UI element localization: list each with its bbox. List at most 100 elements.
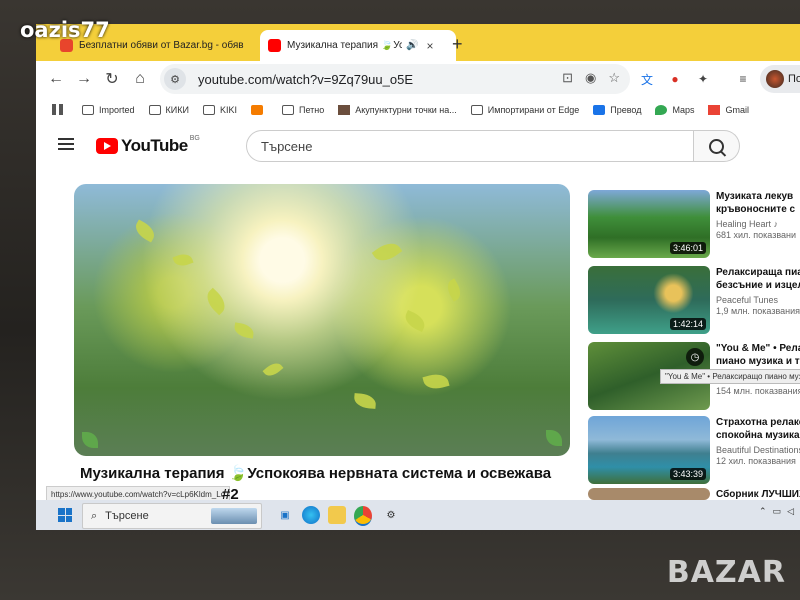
new-tab-button[interactable]: + [452, 34, 463, 55]
close-tab-icon[interactable]: × [426, 39, 433, 53]
home-button[interactable]: ⌂ [128, 67, 152, 91]
video-thumbnail[interactable]: 3:43:39 [588, 416, 710, 484]
youtube-favicon-icon [268, 39, 281, 52]
bookmarks-bar: Imported КИКИ KIKI Петно Акупунктурни то… [36, 97, 800, 123]
forward-button[interactable]: → [72, 67, 96, 91]
translate-extension-icon[interactable]: 文 [636, 68, 658, 90]
folder-icon [202, 104, 215, 115]
settings-gear-icon[interactable]: ⚙ [382, 506, 400, 524]
leaf-icon [546, 430, 562, 446]
bookmark-gmail[interactable]: Gmail [708, 104, 749, 115]
address-bar[interactable]: ⚙ youtube.com/watch?v=9Zq79uu_o5E ⊡ ◉ ☆ [160, 64, 630, 94]
shopping-bag-icon [250, 104, 263, 115]
recommendation-item[interactable]: Сборник ЛУЧШИХ М [588, 488, 800, 500]
rec-title: Релаксираща пиа [716, 267, 800, 278]
extensions-puzzle-icon[interactable]: ✦ [692, 68, 714, 90]
youtube-logo[interactable]: YouTube BG [96, 135, 200, 156]
logo-text: YouTube [121, 136, 188, 155]
tab-title: Музикална терапия 🍃Успокоява [287, 40, 402, 51]
windows-taskbar: ⌕ Търсене ▣ ⚙ ⌃ ▭ ◁ [36, 500, 800, 530]
recommendation-item[interactable]: 1:42:14 Релаксираща пиа безсъние и изцел… [588, 266, 800, 334]
gmail-icon [708, 104, 721, 115]
search-input[interactable]: Търсене [246, 130, 694, 162]
video-thumbnail[interactable]: 3:46:01 [588, 190, 710, 258]
rec-title: пиано музика и ти [716, 356, 800, 367]
rec-title: Музиката лекув [716, 191, 794, 202]
folder-icon [281, 104, 294, 115]
duration-badge: 3:46:01 [669, 242, 706, 254]
site-watermark: BAZAR [666, 555, 786, 590]
bookmark-translate[interactable]: Превод [593, 104, 642, 115]
bookmark-acupuncture[interactable]: Акупунктурни точки на... [338, 104, 457, 115]
video-player[interactable] [74, 184, 570, 456]
speaker-icon[interactable]: ◁ [787, 506, 794, 517]
bookmark-label: KIKI [219, 104, 237, 115]
avatar [766, 70, 784, 88]
rec-views: 154 млн. показвания [716, 386, 800, 396]
url-text[interactable]: youtube.com/watch?v=9Zq79uu_o5E [198, 72, 413, 87]
recommendation-item[interactable]: 3:43:39 Страхотна релакс спокойна музика… [588, 416, 800, 484]
rec-title: "You & Me" • Релак [716, 343, 800, 354]
rec-title: Сборник ЛУЧШИХ М [716, 489, 800, 500]
recommendation-item[interactable]: 3:46:01 Музиката лекув кръвоносните с He… [588, 190, 800, 258]
bookmark-label: КИКИ [165, 104, 189, 115]
youtube-play-icon [96, 138, 118, 154]
duration-badge: 3:43:39 [669, 468, 706, 480]
video-thumbnail[interactable] [588, 488, 710, 500]
network-icon[interactable]: ▭ [773, 506, 782, 517]
tab-strip: Безплатни обяви от Bazar.bg - обяв Музик… [36, 24, 800, 61]
media-control-icon[interactable]: ≡ [732, 68, 754, 90]
rec-views: 12 хил. показвания [716, 456, 796, 466]
bookmark-star-icon[interactable]: ☆ [608, 70, 620, 86]
bookmark-kiki[interactable]: KIKI [202, 104, 237, 115]
bookmark-petno[interactable]: Петно [281, 104, 324, 115]
rec-title: спокойна музика 🍃 [716, 430, 800, 441]
rec-channel: Beautiful Destinations [716, 445, 800, 455]
file-explorer-icon[interactable] [328, 506, 346, 524]
edge-browser-icon[interactable] [302, 506, 320, 524]
bookmark-maps[interactable]: Maps [655, 104, 695, 115]
bookmark-kiki-cyr[interactable]: КИКИ [148, 104, 189, 115]
opera-extension-icon[interactable]: ● [664, 68, 686, 90]
windows-start-icon[interactable] [58, 508, 72, 522]
rec-channel: Healing Heart ♪ [716, 219, 779, 229]
youtube-header: YouTube BG Търсене [36, 122, 800, 172]
bookmark-label: Imported [99, 104, 135, 115]
reload-button[interactable]: ↻ [100, 67, 124, 91]
tracking-eye-icon[interactable]: ◉ [585, 70, 596, 86]
profile-button[interactable]: Пот [760, 65, 800, 93]
rec-title: кръвоносните с [716, 204, 796, 215]
chevron-up-icon[interactable]: ⌃ [759, 506, 767, 517]
video-thumbnail[interactable]: 1:42:14 [588, 266, 710, 334]
bookmark-apps[interactable] [52, 104, 68, 115]
folder-icon [470, 104, 483, 115]
taskbar-search-label: Търсене [105, 510, 149, 522]
maps-pin-icon [655, 104, 668, 115]
search-icon: ⌕ [91, 509, 98, 522]
chrome-browser-icon[interactable] [354, 506, 372, 526]
video-title: Музикална терапия 🍃Успокоява нервната си… [80, 465, 552, 482]
bookmark-label: Акупунктурни точки на... [355, 104, 457, 115]
apps-grid-icon [52, 104, 63, 115]
watch-later-clock-icon[interactable]: ◷ [686, 348, 704, 366]
audio-playing-icon[interactable]: 🔊 [406, 40, 418, 51]
bookmark-edge-import[interactable]: Импортирани от Edge [470, 104, 579, 115]
bookmark-imported[interactable]: Imported [82, 104, 135, 115]
bookmark-label: Gmail [725, 104, 749, 115]
site-info-icon[interactable]: ⚙ [164, 68, 186, 90]
rec-channel: Peaceful Tunes [716, 295, 779, 305]
bookmark-shop[interactable] [250, 104, 268, 115]
search-button[interactable] [694, 130, 740, 162]
folder-icon [148, 104, 161, 115]
task-view-icon[interactable]: ▣ [276, 506, 294, 524]
leaf-icon [82, 432, 98, 448]
menu-hamburger-icon[interactable] [58, 138, 74, 150]
install-app-icon[interactable]: ⊡ [562, 70, 573, 86]
rec-title: Страхотна релакс [716, 417, 800, 428]
tab-youtube[interactable]: Музикална терапия 🍃Успокоява 🔊 × [260, 30, 456, 61]
bookmark-label: Maps [672, 104, 695, 115]
taskbar-search[interactable]: ⌕ Търсене [82, 503, 262, 529]
bookmark-label: Превод [610, 104, 642, 115]
profile-label: Пот [788, 73, 800, 85]
back-button[interactable]: ← [44, 67, 68, 91]
